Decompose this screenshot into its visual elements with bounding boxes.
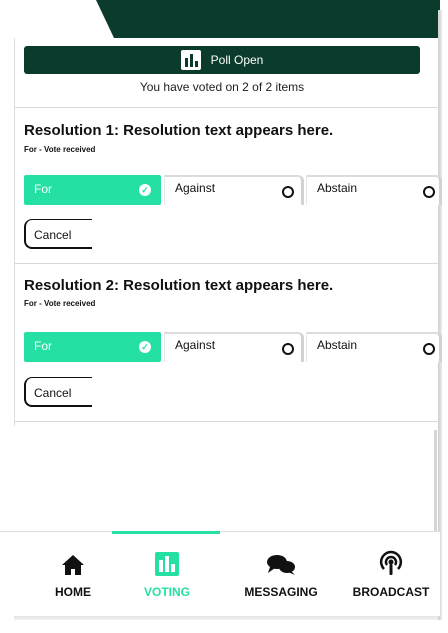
nav-active-indicator (112, 531, 220, 534)
nav-item-messaging[interactable]: MESSAGING (226, 548, 336, 599)
vote-option-for[interactable]: For ✓ (24, 332, 161, 362)
option-label: For (34, 339, 52, 353)
bar-chart-icon (112, 548, 222, 576)
option-label: Abstain (317, 338, 358, 352)
nav-label: BROADCAST (352, 585, 430, 599)
radio-unchecked-icon[interactable] (423, 343, 435, 355)
divider (14, 263, 438, 264)
device-frame-left (14, 38, 15, 426)
nav-item-broadcast[interactable]: BROADCAST (336, 548, 446, 599)
resolution-status: For - Vote received (24, 145, 96, 154)
header-bar (96, 0, 440, 38)
vote-summary: You have voted on 2 of 2 items (139, 80, 305, 94)
podcast-icon (336, 548, 446, 576)
cancel-vote-button[interactable]: Cancel (24, 219, 92, 249)
vote-option-abstain[interactable]: Abstain (306, 175, 442, 205)
radio-unchecked-icon[interactable] (282, 186, 294, 198)
resolution-status: For - Vote received (24, 299, 96, 308)
vote-option-against[interactable]: Against (164, 175, 304, 205)
vote-option-for[interactable]: For ✓ (24, 175, 161, 205)
poll-status-label: Poll Open (210, 53, 264, 67)
option-label: Abstain (317, 181, 358, 195)
option-label: Against (175, 181, 216, 195)
check-circle-icon: ✓ (139, 341, 151, 353)
nav-item-voting[interactable]: VOTING (112, 548, 222, 599)
option-label: For (34, 182, 52, 196)
divider (14, 107, 438, 108)
device-frame-right (438, 10, 442, 620)
radio-unchecked-icon[interactable] (282, 343, 294, 355)
nav-label: VOTING (143, 585, 190, 599)
option-label: Against (175, 338, 216, 352)
check-circle-icon: ✓ (139, 184, 151, 196)
bar-chart-icon (180, 50, 201, 70)
vote-option-abstain[interactable]: Abstain (306, 332, 442, 362)
cancel-label: Cancel (34, 386, 72, 400)
resolution-title: Resolution 2: Resolution text appears he… (24, 277, 334, 294)
radio-unchecked-icon[interactable] (423, 186, 435, 198)
vote-option-against[interactable]: Against (164, 332, 304, 362)
poll-status-banner: Poll Open (24, 46, 420, 74)
cancel-label: Cancel (34, 228, 72, 242)
cancel-vote-button[interactable]: Cancel (24, 377, 92, 407)
resolution-title: Resolution 1: Resolution text appears he… (24, 122, 334, 139)
header-left (0, 0, 100, 38)
chat-bubbles-icon (226, 548, 336, 576)
nav-label: MESSAGING (244, 585, 318, 599)
divider (14, 421, 438, 422)
